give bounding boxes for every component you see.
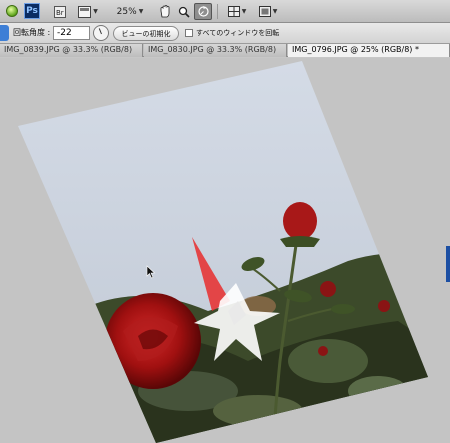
view-extras-button[interactable]: ▼ bbox=[76, 3, 100, 20]
hand-tool-icon bbox=[160, 5, 170, 18]
zoom-level-value: 25% bbox=[116, 6, 137, 17]
tool-options-bar: 回転角度 : ビューの初期化 すべてのウィンドウを回転 bbox=[0, 23, 450, 44]
bridge-icon: Br bbox=[54, 5, 66, 18]
chevron-down-icon: ▼ bbox=[241, 8, 247, 15]
photoshop-logo: Ps bbox=[24, 3, 40, 19]
document-canvas[interactable] bbox=[0, 58, 450, 443]
tool-preset-picker[interactable] bbox=[0, 25, 9, 41]
traffic-light-icon[interactable] bbox=[6, 5, 18, 17]
hand-tool-button[interactable] bbox=[157, 3, 173, 20]
chevron-down-icon: ▼ bbox=[93, 8, 98, 15]
zoom-level-select[interactable]: 25% ▼ bbox=[110, 3, 150, 20]
arrange-documents-icon bbox=[227, 6, 240, 17]
zoom-tool-button[interactable] bbox=[176, 3, 192, 20]
bridge-button[interactable]: Br bbox=[52, 3, 68, 20]
tab-img-0830[interactable]: IMG_0830.JPG @ 33.3% (RGB/8) bbox=[144, 44, 287, 57]
arrange-documents-button[interactable]: ▼ bbox=[225, 3, 249, 20]
rotate-view-tool-button[interactable] bbox=[194, 3, 212, 20]
application-bar: Ps Br ▼ 25% ▼ ▼ ▼ bbox=[0, 0, 450, 23]
rotation-angle-label: 回転角度 : bbox=[13, 28, 51, 37]
scroll-indicator[interactable] bbox=[446, 246, 450, 282]
rotate-view-tool-icon bbox=[197, 6, 209, 17]
reset-view-button[interactable]: ビューの初期化 bbox=[113, 26, 179, 41]
rotated-photo bbox=[18, 61, 428, 443]
mouse-pointer-icon bbox=[146, 265, 156, 279]
chevron-down-icon: ▼ bbox=[138, 8, 144, 15]
view-extras-icon bbox=[78, 5, 92, 18]
screen-mode-button[interactable]: ▼ bbox=[256, 3, 280, 20]
toolbar-separator bbox=[217, 4, 218, 19]
svg-text:Br: Br bbox=[56, 9, 64, 17]
chevron-down-icon: ▼ bbox=[272, 8, 278, 15]
tab-img-0796[interactable]: IMG_0796.JPG @ 25% (RGB/8) * bbox=[288, 44, 450, 57]
rotation-dial-icon[interactable] bbox=[93, 25, 109, 41]
rotation-angle-input[interactable] bbox=[53, 26, 90, 40]
rotate-all-windows-checkbox[interactable] bbox=[185, 29, 193, 37]
document-tab-bar: IMG_0839.JPG @ 33.3% (RGB/8) IMG_0830.JP… bbox=[0, 44, 450, 57]
zoom-tool-icon bbox=[178, 6, 190, 18]
screen-mode-icon bbox=[258, 6, 271, 17]
rotate-all-windows-label: すべてのウィンドウを回転 bbox=[196, 29, 280, 37]
tab-img-0839[interactable]: IMG_0839.JPG @ 33.3% (RGB/8) bbox=[0, 44, 143, 57]
